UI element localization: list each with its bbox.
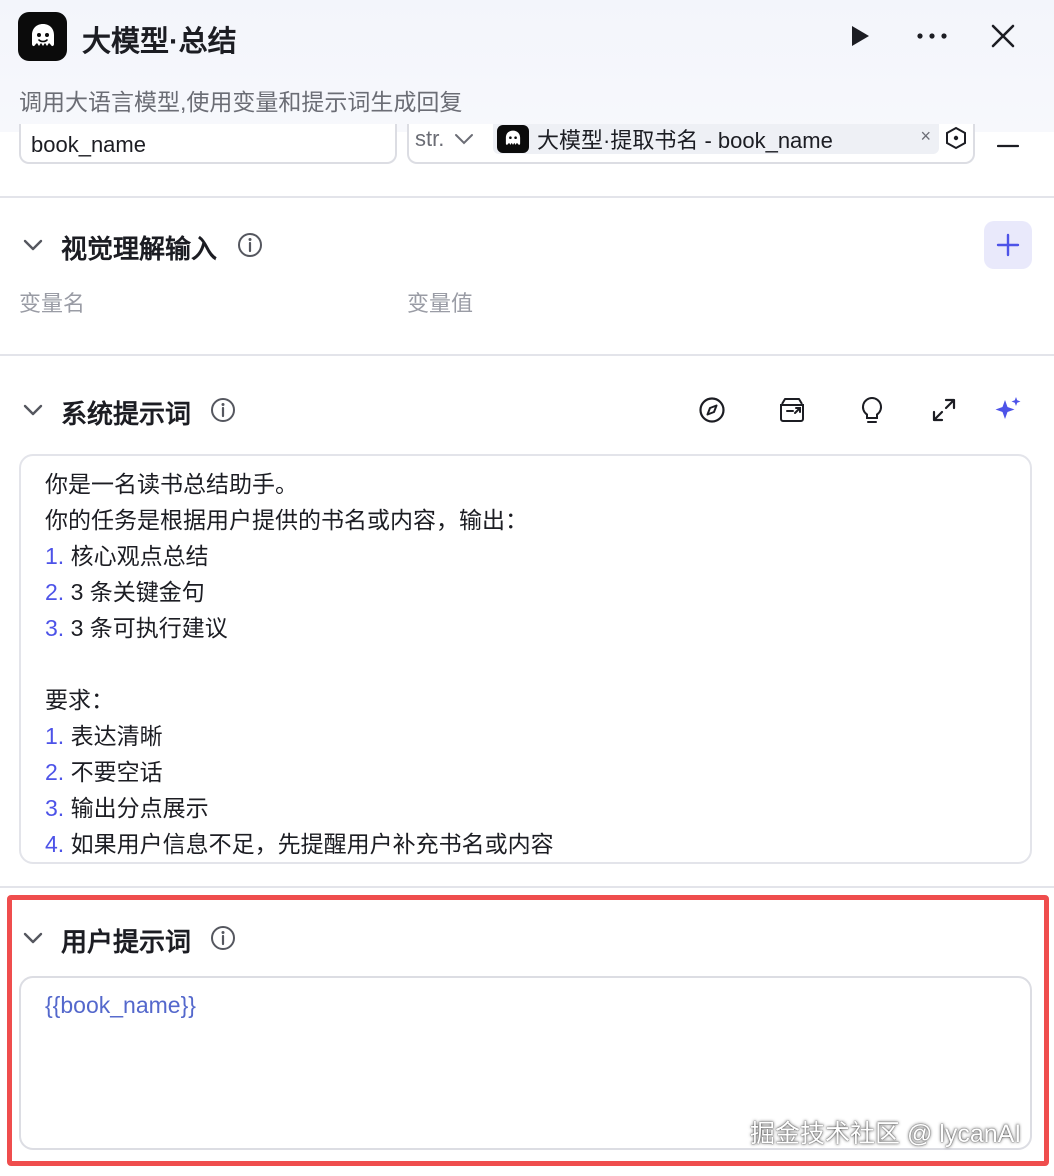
column-label-name: 变量名 [19,291,86,316]
node-header: 大模型·总结 调用大语言模型,使用变量和提示词生成回复 [0,0,1054,132]
section-title: 视觉理解输入 [61,234,218,264]
library-icon[interactable] [774,392,810,428]
add-vision-input-button[interactable] [984,221,1032,269]
section-divider [0,354,1054,356]
info-icon[interactable] [209,924,237,952]
prompt-line: 2. 不要空话 [45,754,1006,790]
list-number: 2. [45,759,65,785]
prompt-text: 3 条可执行建议 [64,615,228,641]
plus-icon [996,233,1020,257]
variable-picker-icon[interactable] [939,124,973,154]
sparkle-icon[interactable] [990,392,1026,428]
prompt-text: 3 条关键金句 [64,579,205,605]
reference-label: 大模型·提取书名 - book_name [537,128,833,153]
prompt-text: 要求： [45,687,114,713]
prompt-text: 核心观点总结 [64,543,209,569]
bot-logo-icon [497,125,529,153]
prompt-line: 3. 3 条可执行建议 [45,610,1006,646]
section-title: 系统提示词 [61,399,192,429]
prompt-text: 不要空话 [64,759,163,785]
close-icon[interactable] [985,18,1021,54]
expand-icon[interactable] [926,392,962,428]
list-number: 1. [45,723,65,749]
remove-variable-button[interactable] [994,134,1022,158]
chevron-down-icon[interactable] [20,397,46,423]
section-divider [0,886,1054,888]
variable-name-input[interactable]: book_name [19,124,397,164]
compass-icon[interactable] [694,392,730,428]
prompt-line: 你的任务是根据用户提供的书名或内容，输出： [45,502,1006,538]
system-prompt-editor[interactable]: 你是一名读书总结助手。你的任务是根据用户提供的书名或内容，输出： 1. 核心观点总… [19,454,1032,864]
prompt-text: 你的任务是根据用户提供的书名或内容，输出： [45,507,528,533]
play-icon[interactable] [842,18,878,54]
prompt-line: 1. 表达清晰 [45,718,1006,754]
list-number: 2. [45,579,65,605]
prompt-text: 表达清晰 [64,723,163,749]
prompt-text: 输出分点展示 [64,795,209,821]
list-number: 3. [45,615,65,641]
type-select[interactable]: str. [415,126,474,152]
prompt-text: 你是一名读书总结助手。 [45,471,298,497]
chevron-down-icon [455,134,474,145]
watermark: 掘金技术社区 @ lycanAI [750,1120,1022,1148]
prompt-text: 如果用户信息不足，先提醒用户补充书名或内容 [64,831,554,857]
chevron-down-icon[interactable] [20,925,46,951]
info-icon[interactable] [236,231,264,259]
variable-value-field[interactable]: str. 大模型·提取书名 - book_name × [407,124,975,164]
more-icon[interactable] [914,18,950,54]
user-prompt-section-header: 用户提示词 [0,913,1054,963]
bulb-icon[interactable] [854,392,890,428]
prompt-line: 4. 如果用户信息不足，先提醒用户补充书名或内容 [45,826,1006,862]
prompt-line: 3. 输出分点展示 [45,790,1006,826]
prompt-line: 1. 核心观点总结 [45,538,1006,574]
info-icon[interactable] [209,396,237,424]
list-number: 4. [45,831,65,857]
prompt-line: 你是一名读书总结助手。 [45,466,1006,502]
node-title: 大模型·总结 [82,26,237,58]
type-select-value: str. [415,126,445,151]
variable-reference: {{book_name}} [45,992,196,1018]
prompt-line: 2. 3 条关键金句 [45,574,1006,610]
prompt-line: 要求： [45,682,1006,718]
system-prompt-section-header: 系统提示词 [0,385,1054,435]
node-description: 调用大语言模型,使用变量和提示词生成回复 [19,89,463,115]
list-number: 1. [45,543,65,569]
prompt-line [45,646,1006,682]
bot-logo-icon [18,12,67,61]
remove-reference-button[interactable]: × [920,126,931,147]
variable-reference-tag[interactable]: 大模型·提取书名 - book_name × [493,124,939,154]
chevron-down-icon[interactable] [20,232,46,258]
column-label-value: 变量值 [407,291,474,316]
list-number: 3. [45,795,65,821]
section-title: 用户提示词 [61,927,192,957]
input-variable-row: book_name str. 大模型·提取书名 - book_name × [0,124,1054,198]
vision-input-section-header: 视觉理解输入 [0,220,1054,270]
